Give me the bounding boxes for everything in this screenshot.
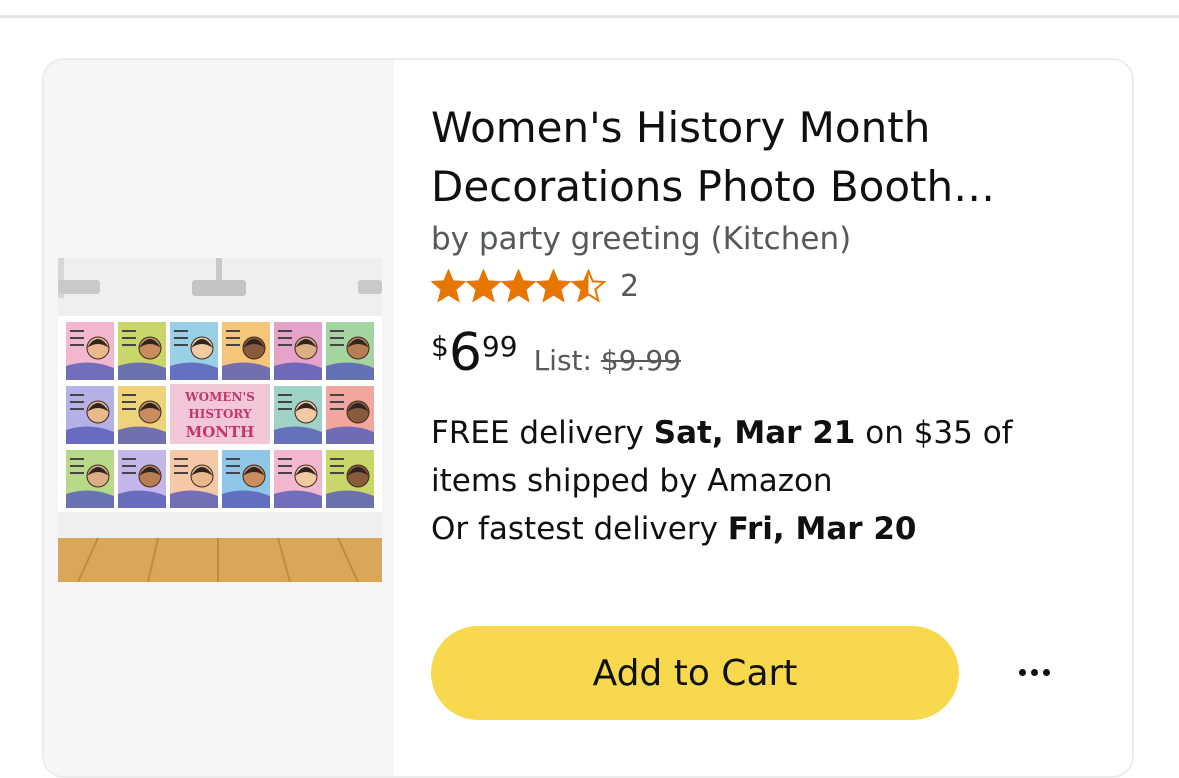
poster-tile-text (122, 394, 136, 396)
poster-tile-text (174, 458, 188, 460)
dot (1030, 668, 1038, 676)
poster-tile-text (174, 330, 188, 332)
product-photo-illustration: WOMEN'S HISTORY MONTH (58, 258, 382, 582)
poster-tile-text (174, 465, 188, 467)
poster-tile-text (330, 408, 344, 410)
poster-tile-text (70, 344, 84, 346)
poster-tile-text (330, 344, 344, 346)
poster-tile-text (122, 458, 136, 460)
banner-text-1: WOMEN'S (184, 390, 255, 404)
poster-tile-text (278, 465, 292, 467)
delivery-line-3: Or fastest delivery Fri, Mar 20 (431, 505, 1111, 553)
fastest-delivery-date: Fri, Mar 20 (727, 511, 917, 547)
product-title-line2: Decorations Photo Booth… (431, 162, 996, 211)
poster-tile-text (70, 330, 84, 332)
poster-tile-text (70, 472, 84, 474)
poster-tile-text (278, 472, 292, 474)
banner-text-3: MONTH (186, 423, 255, 441)
product-brand[interactable]: by party greeting (Kitchen) (431, 219, 1111, 259)
poster-tile-text (226, 458, 240, 460)
rating-row[interactable]: 2 (431, 265, 1111, 307)
price-row: $ 6 99 List: $9.99 (431, 327, 1111, 379)
poster-tile-text (330, 458, 344, 460)
poster-tile-text (278, 330, 292, 332)
delivery-date: Sat, Mar 21 (653, 415, 856, 451)
poster-tile-text (330, 337, 344, 339)
poster-tile-text (122, 472, 136, 474)
poster-tile-text (226, 337, 240, 339)
poster-tile-text (226, 330, 240, 332)
dot (1042, 668, 1050, 676)
top-divider (0, 15, 1179, 18)
list-price: List: $9.99 (534, 344, 681, 377)
poster-tile-text (330, 394, 344, 396)
price-fraction: 99 (481, 330, 518, 363)
dot (1018, 668, 1026, 676)
product-title[interactable]: Women's History Month Decorations Photo … (431, 98, 1051, 216)
poster-tile-text (122, 330, 136, 332)
poster-tile-text (70, 401, 84, 403)
star-full-icon (501, 269, 536, 303)
poster-tile-text (70, 408, 84, 410)
poster-tile-text (174, 344, 188, 346)
poster-tile-text (122, 337, 136, 339)
poster-tile-text (122, 401, 136, 403)
price: $ 6 99 (431, 327, 518, 379)
banner-text-2: HISTORY (188, 407, 252, 421)
delivery-info: FREE delivery Sat, Mar 21 on $35 of item… (431, 409, 1111, 553)
poster-tile-text (278, 337, 292, 339)
product-image[interactable]: WOMEN'S HISTORY MONTH (58, 258, 382, 582)
delivery-line-3-prefix: Or fastest delivery (431, 511, 728, 547)
rating-count[interactable]: 2 (620, 269, 639, 304)
poster-tile-text (330, 465, 344, 467)
poster-tile-text (122, 465, 136, 467)
poster-tile-text (330, 472, 344, 474)
poster-tile-text (278, 458, 292, 460)
list-price-value: $9.99 (600, 344, 682, 377)
add-to-cart-button[interactable]: Add to Cart (431, 626, 959, 720)
more-dots-icon[interactable] (1012, 652, 1056, 692)
poster-tile-text (330, 330, 344, 332)
poster-tile-text (226, 472, 240, 474)
delivery-line-1-prefix: FREE delivery (431, 415, 654, 451)
poster-tile-text (278, 344, 292, 346)
poster-tile-text (226, 465, 240, 467)
poster-tile-text (278, 408, 292, 410)
poster-tile-text (226, 344, 240, 346)
delivery-line-2: items shipped by Amazon (431, 463, 833, 499)
product-card[interactable]: WOMEN'S HISTORY MONTH Women's History Mo… (42, 58, 1134, 778)
poster-tile-text (278, 394, 292, 396)
poster-tile-text (122, 408, 136, 410)
poster-tile-text (122, 344, 136, 346)
product-details: Women's History Month Decorations Photo … (431, 98, 1111, 553)
image-pane: WOMEN'S HISTORY MONTH (44, 60, 394, 776)
star-rating (431, 269, 606, 303)
poster-tile-text (70, 394, 84, 396)
poster-tile-text (174, 337, 188, 339)
delivery-line-1: FREE delivery Sat, Mar 21 on $35 of (431, 409, 1111, 457)
poster-tile-text (330, 401, 344, 403)
poster-tile-text (70, 465, 84, 467)
star-full-icon (431, 269, 466, 303)
star-full-icon (466, 269, 501, 303)
poster-tile-text (70, 337, 84, 339)
poster-tile-text (70, 458, 84, 460)
poster-tile-text (278, 401, 292, 403)
price-symbol: $ (431, 330, 449, 363)
list-price-label: List: (533, 344, 592, 377)
price-whole: 6 (448, 323, 482, 383)
product-title-line1: Women's History Month (431, 103, 931, 152)
delivery-line-1-suffix: on $35 of (855, 415, 1013, 451)
star-half-icon (571, 269, 606, 303)
poster-tile-text (174, 472, 188, 474)
star-full-icon (536, 269, 571, 303)
